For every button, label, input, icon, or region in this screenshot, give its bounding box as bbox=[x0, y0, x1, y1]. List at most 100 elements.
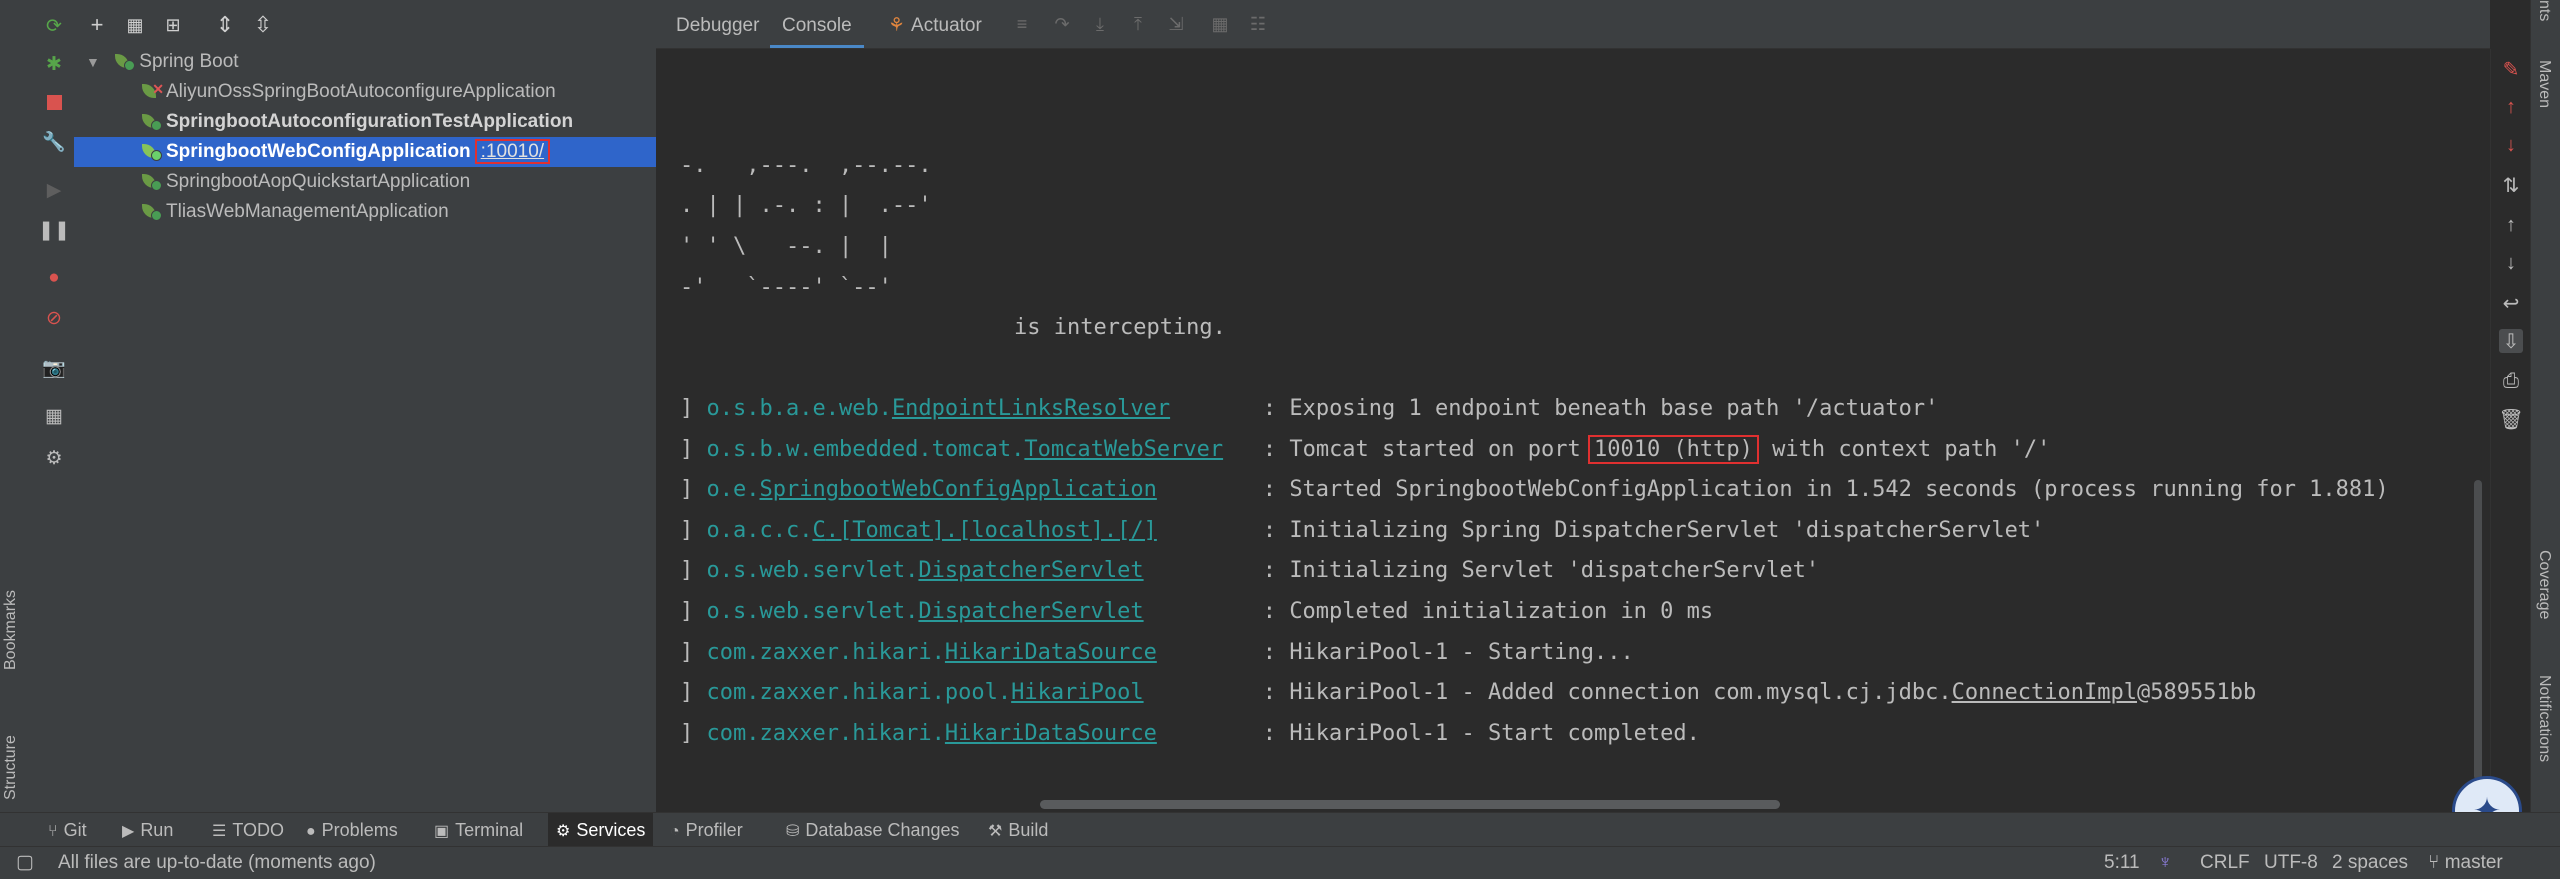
console-output[interactable]: -. ,---. ,--.--. . | | .-. : | .--' ' ' … bbox=[656, 49, 2472, 812]
spring-boot-icon bbox=[142, 112, 162, 131]
spring-boot-icon bbox=[115, 52, 136, 71]
camera-icon[interactable]: 📷 bbox=[42, 356, 66, 380]
service-item[interactable]: SpringbootAutoconfigurationTestApplicati… bbox=[74, 107, 656, 137]
log-line: ] com.zaxxer.hikari.HikariDataSource : H… bbox=[680, 640, 1634, 665]
log-line: ] o.s.web.servlet.DispatcherServlet : Co… bbox=[680, 599, 1714, 624]
evaluate-icon[interactable]: ▦ bbox=[1208, 12, 1232, 36]
spring-boot-running-icon bbox=[142, 142, 162, 161]
hammer-icon: ⚒ bbox=[988, 823, 1003, 840]
new-group-icon[interactable]: ⊞ bbox=[160, 12, 186, 38]
view-breakpoints-icon[interactable]: ● bbox=[42, 266, 66, 290]
notifications-tab[interactable]: Notifications bbox=[2535, 675, 2553, 762]
spring-boot-icon bbox=[142, 172, 162, 191]
group-services-icon[interactable]: ▦ bbox=[122, 12, 148, 38]
log-line: ] com.zaxxer.hikari.HikariDataSource : H… bbox=[680, 721, 1700, 746]
branch-icon: ⑂ bbox=[2428, 852, 2445, 873]
ascii-line: -' `----' `--' bbox=[680, 275, 892, 300]
add-service-icon[interactable]: + bbox=[84, 12, 110, 38]
intercept-line: is intercepting. bbox=[1014, 315, 1226, 340]
tool-build[interactable]: ⚒ Build bbox=[980, 813, 1056, 847]
wrench-icon[interactable]: 🔧 bbox=[42, 130, 66, 154]
bookmarks-tab[interactable]: Bookmarks bbox=[2, 560, 32, 670]
coverage-tab[interactable]: Coverage bbox=[2535, 550, 2553, 619]
chevron-down-icon[interactable]: ▼ bbox=[86, 47, 104, 77]
status-message[interactable]: All files are up-to-date (moments ago) bbox=[58, 847, 376, 879]
ai-assistant-icon[interactable]: ♆ bbox=[2158, 847, 2172, 879]
right-tool-strip: nts Maven Coverage Notifications bbox=[2530, 0, 2560, 812]
print-icon[interactable]: ⎙ bbox=[2499, 369, 2523, 393]
log-line: ] o.s.b.w.embedded.tomcat.TomcatWebServe… bbox=[680, 435, 2051, 464]
problems-icon: ● bbox=[306, 823, 316, 840]
structure-tab[interactable]: Structure bbox=[2, 700, 32, 800]
log-line: ] o.s.b.a.e.web.EndpointLinksResolver : … bbox=[680, 396, 1939, 421]
trace-icon[interactable]: ☷ bbox=[1246, 12, 1270, 36]
tab-debugger[interactable]: Debugger bbox=[676, 0, 759, 48]
stop-icon[interactable] bbox=[42, 90, 66, 114]
git-icon: ⑂ bbox=[48, 823, 58, 840]
tool-terminal[interactable]: ▣ Terminal bbox=[426, 813, 531, 847]
clear-marker-icon[interactable]: ✎ bbox=[2499, 57, 2523, 81]
maven-tab[interactable]: Maven bbox=[2535, 60, 2553, 108]
tab-console[interactable]: Console bbox=[770, 0, 864, 48]
spring-boot-icon bbox=[142, 202, 162, 221]
services-panel: + ▦ ⊞ ⇕ ⇳ ▼ Spring Boot ✕ AliyunOssSpring… bbox=[74, 0, 657, 812]
menu-icon[interactable]: ≡ bbox=[1010, 12, 1034, 36]
profiler-icon: ◔ bbox=[670, 823, 680, 840]
horizontal-scrollbar[interactable] bbox=[1040, 800, 1780, 809]
tool-services[interactable]: ⚙ Services bbox=[548, 813, 654, 847]
down-arrow-icon[interactable]: ↓ bbox=[2499, 251, 2523, 275]
tool-run[interactable]: ▶ Run bbox=[114, 813, 181, 847]
step-into-icon[interactable]: ⤓ bbox=[1088, 12, 1112, 36]
line-separator[interactable]: CRLF bbox=[2200, 847, 2250, 879]
tool-todo[interactable]: ☰ TODO bbox=[204, 813, 292, 847]
step-over-icon[interactable]: ↷ bbox=[1050, 12, 1074, 36]
expand-all-icon[interactable]: ⇕ bbox=[212, 12, 238, 38]
caret-position[interactable]: 5:11 bbox=[2104, 847, 2140, 879]
tool-profiler[interactable]: ◔ Profiler bbox=[662, 813, 751, 847]
tree-root-spring-boot[interactable]: ▼ Spring Boot bbox=[74, 47, 656, 77]
step-out-icon[interactable]: ⤒ bbox=[1126, 12, 1150, 36]
tab-actuator[interactable]: ⚘ Actuator bbox=[888, 0, 982, 48]
up-arrow-icon[interactable]: ↑ bbox=[2499, 213, 2523, 237]
vertical-scrollbar[interactable] bbox=[2474, 480, 2482, 780]
service-item-selected[interactable]: SpringbootWebConfigApplication:10010/ bbox=[74, 137, 656, 167]
next-error-icon[interactable]: ↓ bbox=[2499, 133, 2523, 157]
rerun-icon[interactable]: ⟳ bbox=[42, 14, 66, 38]
settings-gear-icon[interactable]: ⚙ bbox=[42, 446, 66, 470]
git-branch[interactable]: ⑂ master bbox=[2428, 847, 2503, 879]
log-line: ] o.s.web.servlet.DispatcherServlet : In… bbox=[680, 558, 1820, 583]
soft-wrap-icon[interactable]: ↩ bbox=[2499, 291, 2523, 315]
pause-icon[interactable]: ❚❚ bbox=[38, 218, 70, 242]
ascii-line: . | | .-. : | .--' bbox=[680, 193, 932, 218]
mute-breakpoints-icon[interactable]: ⊘ bbox=[42, 306, 66, 330]
log-line: ] o.a.c.c.C.[Tomcat].[localhost].[/] : I… bbox=[680, 518, 2045, 543]
scroll-to-end-icon[interactable]: ⇩ bbox=[2499, 329, 2523, 353]
todo-icon: ☰ bbox=[212, 823, 227, 840]
port-link[interactable]: :10010/ bbox=[474, 139, 551, 164]
trash-icon[interactable]: 🗑 bbox=[2498, 407, 2523, 431]
collapse-all-icon[interactable]: ⇳ bbox=[250, 12, 276, 38]
layout-icon[interactable]: ▦ bbox=[42, 404, 66, 428]
run-to-cursor-icon[interactable]: ⇲ bbox=[1164, 12, 1188, 36]
service-item[interactable]: SpringbootAopQuickstartApplication bbox=[74, 167, 656, 197]
debug-icon[interactable]: ✱ bbox=[42, 52, 66, 76]
service-item[interactable]: TliasWebManagementApplication bbox=[74, 197, 656, 227]
left-tool-strip: Bookmarks Structure bbox=[0, 0, 35, 812]
status-toggle-icon[interactable]: ▢ bbox=[16, 847, 34, 879]
file-encoding[interactable]: UTF-8 bbox=[2264, 847, 2318, 879]
console-side-toolbar: ✎ ↑ ↓ ⇅ ↑ ↓ ↩ ⇩ ⎙ 🗑 bbox=[2490, 49, 2531, 812]
sort-icon[interactable]: ⇅ bbox=[2499, 173, 2523, 197]
tool-database-changes[interactable]: ⛁ Database Changes bbox=[778, 813, 968, 847]
tool-problems[interactable]: ● Problems bbox=[298, 813, 406, 847]
resume-icon[interactable]: ▶ bbox=[42, 178, 66, 202]
previous-error-icon[interactable]: ↑ bbox=[2499, 95, 2523, 119]
tool-git[interactable]: ⑂ Git bbox=[40, 813, 95, 847]
terminal-icon: ▣ bbox=[434, 823, 450, 840]
indent-setting[interactable]: 2 spaces bbox=[2332, 847, 2408, 879]
status-bar: ▢ All files are up-to-date (moments ago)… bbox=[0, 846, 2560, 879]
service-item[interactable]: ✕ AliyunOssSpringBootAutoconfigureApplica… bbox=[74, 77, 656, 107]
endpoints-tab[interactable]: nts bbox=[2535, 0, 2553, 21]
console-toolbar: Debugger Console ⚘ Actuator ≡ ↷ ⤓ ⤒ ⇲ ▦ ☷ bbox=[656, 0, 2490, 49]
port-highlight: 10010 (http) bbox=[1587, 435, 1759, 464]
services-actions-column: ⟳ ✱ 🔧 ▶ ❚❚ ● ⊘ 📷 ▦ ⚙ bbox=[34, 0, 75, 812]
